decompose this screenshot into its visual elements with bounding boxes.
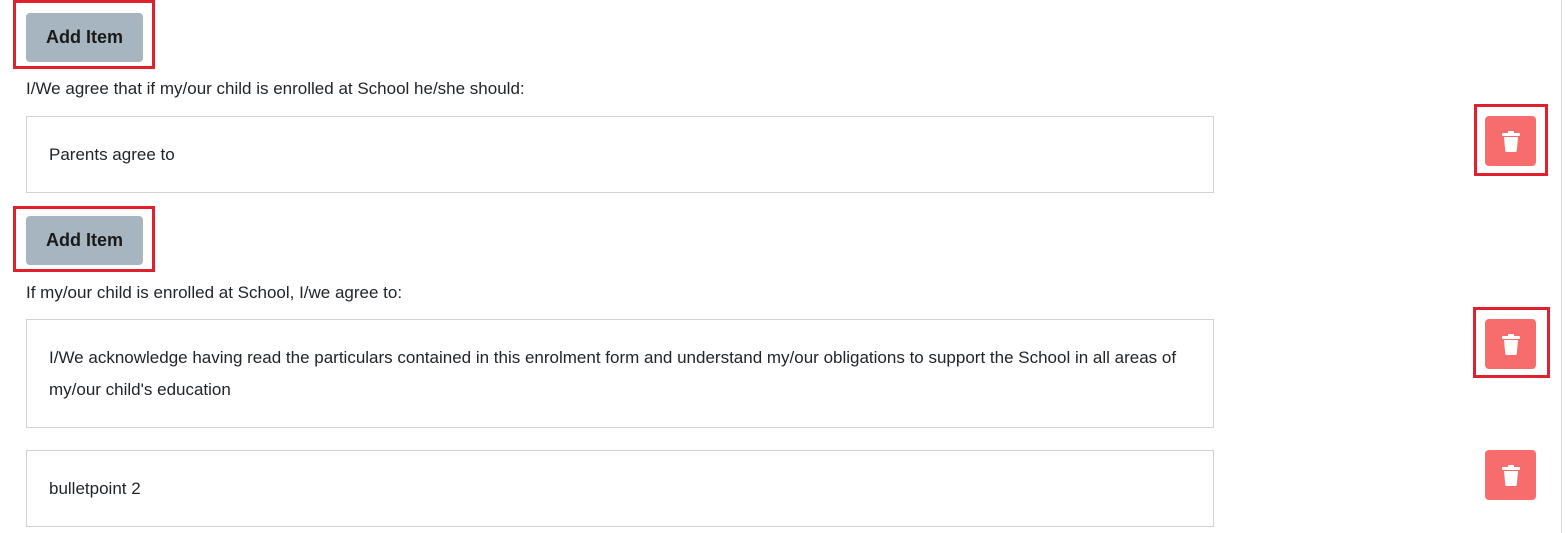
delete-item-button[interactable]	[1485, 450, 1536, 500]
agreement-item-text: I/We acknowledge having read the particu…	[49, 347, 1177, 399]
section-label: I/We agree that if my/our child is enrol…	[26, 79, 525, 98]
agreement-item-field[interactable]: bulletpoint 2	[26, 450, 1214, 527]
agreement-item-text: bulletpoint 2	[49, 478, 141, 498]
trash-icon	[1501, 333, 1520, 355]
trash-icon	[1501, 130, 1520, 152]
agreement-item-field[interactable]: I/We acknowledge having read the particu…	[26, 319, 1214, 428]
page-divider	[1561, 0, 1562, 533]
section-label: If my/our child is enrolled at School, I…	[26, 283, 403, 302]
agreement-editor: Add Item I/We agree that if my/our child…	[0, 0, 1566, 533]
trash-icon	[1501, 464, 1520, 486]
delete-item-button[interactable]	[1485, 319, 1536, 369]
agreement-item-text: Parents agree to	[49, 144, 175, 164]
delete-item-button[interactable]	[1485, 116, 1536, 166]
add-item-button[interactable]: Add Item	[26, 13, 143, 62]
add-item-button[interactable]: Add Item	[26, 216, 143, 265]
agreement-item-field[interactable]: Parents agree to	[26, 116, 1214, 193]
